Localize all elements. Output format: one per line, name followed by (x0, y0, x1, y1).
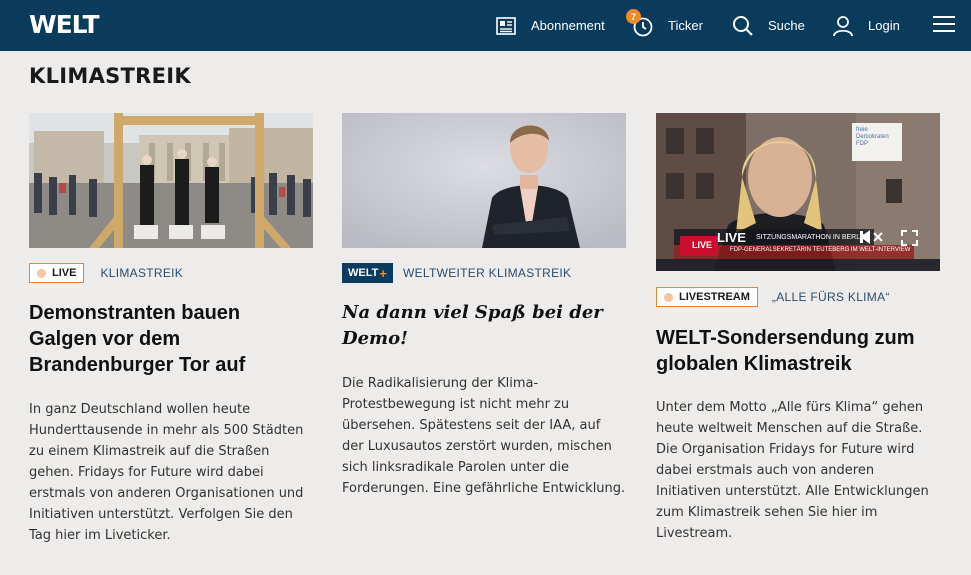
livestream-tag-label: LIVESTREAM (679, 291, 750, 303)
video-live-badge: LIVE (692, 240, 713, 250)
video-ticker-subtext: FDP-GENERALSEKRETÄRIN TEUTEBERG IM WELT-… (730, 247, 911, 253)
nav-login-label: Login (868, 18, 900, 33)
article-kicker[interactable]: WELTWEITER KLIMASTREIK (403, 266, 571, 280)
article-card-2: WELT + WELTWEITER KLIMASTREIK Na dann vie… (342, 113, 626, 499)
nav-ticker[interactable]: Ticker (632, 0, 703, 51)
livestream-video-player[interactable]: LIVE LIVE SITZUNGSMARATHON IN BERLIN FDP… (656, 113, 940, 271)
live-dot-icon (37, 268, 46, 278)
ticker-count-badge: 7 (626, 9, 641, 24)
hamburger-menu-icon[interactable] (933, 16, 955, 34)
article-teaser: In ganz Deutschland wollen heute Hundert… (29, 402, 304, 543)
livestream-tag: LIVESTREAM (656, 287, 758, 307)
weltplus-label: WELT (348, 267, 379, 279)
article-headline[interactable]: Na dann viel Spaß bei der Demo! (342, 300, 626, 352)
video-live-label: LIVE (717, 230, 746, 245)
video-sign-text: freie Demokraten FDP (856, 127, 889, 147)
live-dot-icon (664, 292, 673, 302)
article-image-portrait[interactable] (342, 113, 626, 248)
welt-logo[interactable]: WELT (29, 10, 99, 39)
article-headline[interactable]: WELT-Sondersendung zum globalen Klimastr… (656, 325, 940, 377)
weltplus-plus: + (379, 265, 387, 281)
top-navigation-bar: WELT Abonnement Ticker 7 Suche Login (0, 0, 971, 51)
video-ticker-text: SITZUNGSMARATHON IN BERLIN (756, 234, 868, 241)
nav-suche-label: Suche (768, 18, 805, 33)
article-kicker[interactable]: KLIMASTREIK (100, 266, 183, 280)
article-image-gallows[interactable] (29, 113, 313, 248)
article-kicker[interactable]: „ALLE FÜRS KLIMA“ (772, 290, 890, 304)
nav-suche[interactable]: Suche (732, 0, 805, 51)
nav-abonnement-label: Abonnement (531, 18, 605, 33)
search-icon (732, 15, 754, 37)
article-teaser: Die Radikalisierung der Klima-Protestbew… (342, 376, 626, 496)
user-icon (832, 15, 854, 37)
section-title: KLIMASTREIK (29, 64, 191, 88)
nav-abonnement[interactable]: Abonnement (495, 0, 605, 51)
nav-ticker-label: Ticker (668, 18, 703, 33)
live-tag: LIVE (29, 263, 85, 283)
nav-login[interactable]: Login (832, 0, 900, 51)
live-tag-label: LIVE (52, 267, 77, 279)
article-card-1: LIVE KLIMASTREIK Demonstranten bauen Gal… (29, 113, 313, 546)
newspaper-icon (495, 15, 517, 37)
article-teaser: Unter dem Motto „Alle fürs Klima“ gehen … (656, 400, 929, 541)
article-card-3: LIVE LIVE SITZUNGSMARATHON IN BERLIN FDP… (656, 113, 940, 544)
article-headline[interactable]: Demonstranten bauen Galgen vor dem Brand… (29, 300, 313, 378)
weltplus-badge: WELT + (342, 263, 393, 283)
